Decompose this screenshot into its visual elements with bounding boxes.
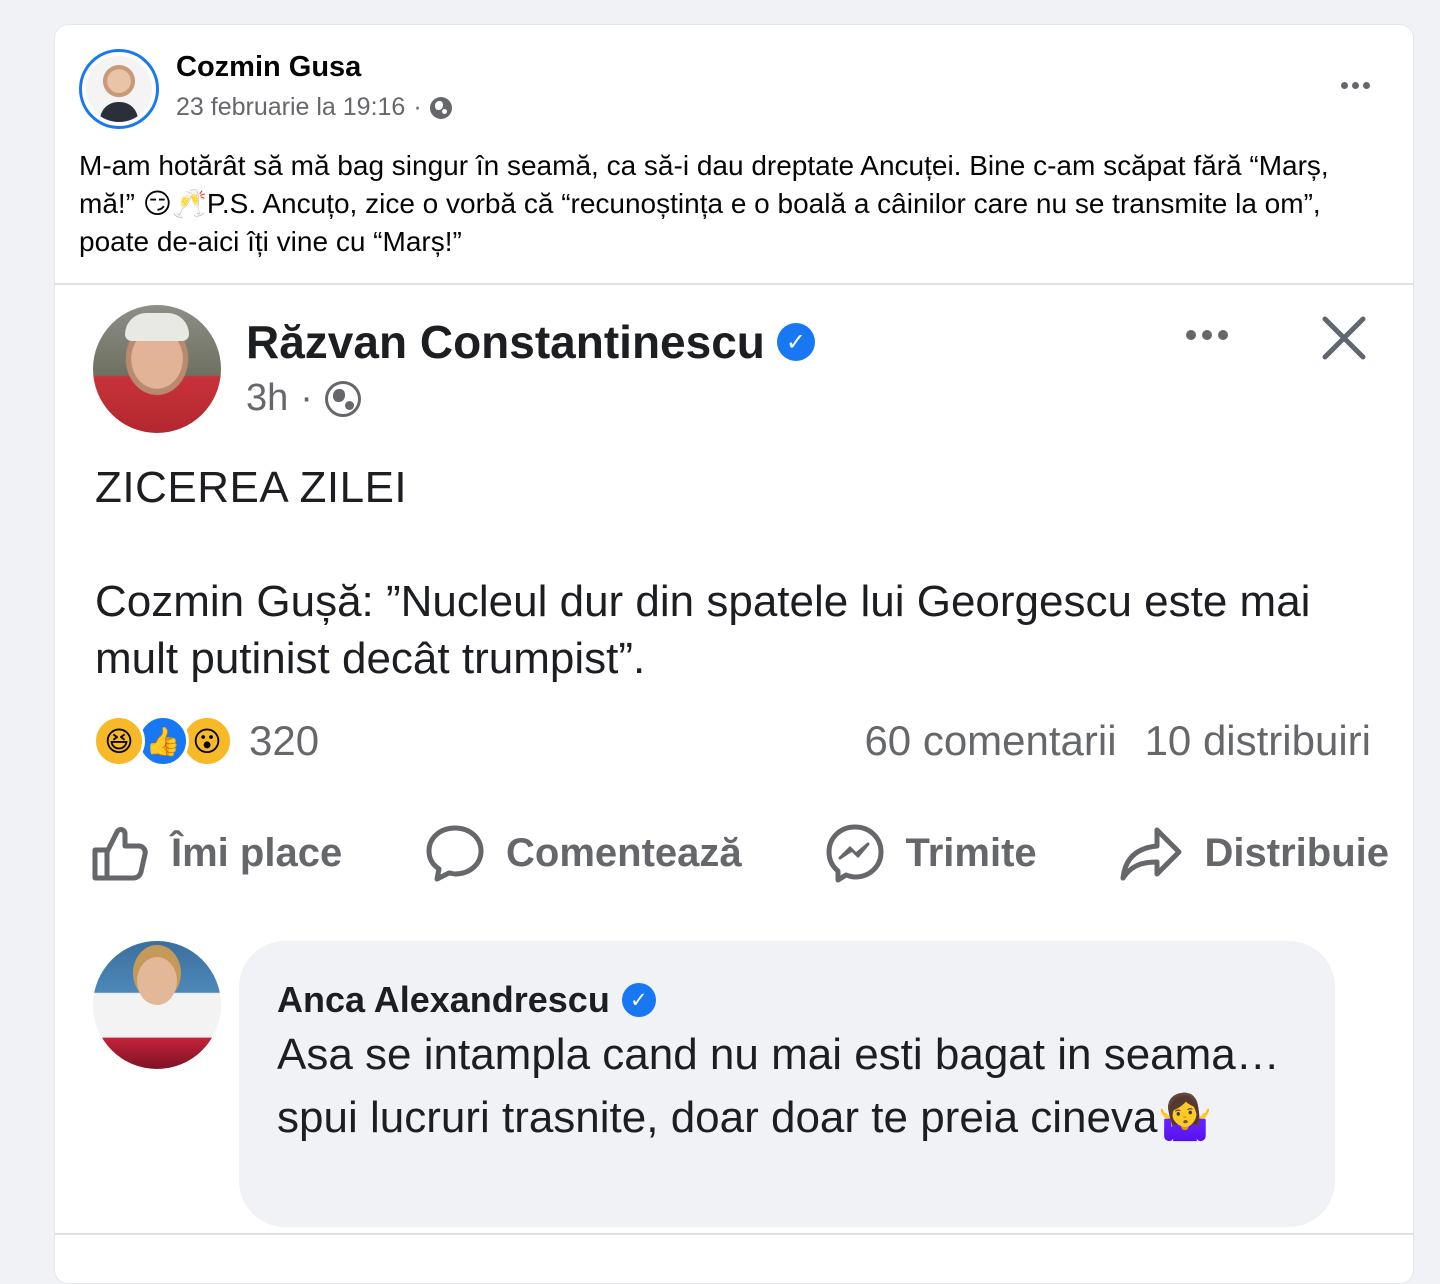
close-icon[interactable]: [1319, 313, 1369, 363]
send-label: Trimite: [905, 830, 1037, 875]
shares-count[interactable]: 10 distribuiri: [1145, 717, 1371, 765]
share-label: Distribuie: [1204, 830, 1389, 875]
verified-badge-icon: ✓: [776, 323, 815, 361]
shared-post-body: Cozmin Gușă: ”Nucleul dur din spatele lu…: [95, 577, 1311, 683]
shared-author-name[interactable]: Răzvan Constantinescu: [246, 315, 765, 369]
author-photo: [86, 56, 152, 122]
more-options-button[interactable]: [1337, 67, 1373, 103]
share-arrow-icon: [1120, 827, 1182, 881]
like-label: Îmi place: [171, 830, 343, 875]
send-button[interactable]: Trimite: [824, 822, 1037, 884]
comment-bubble: Anca Alexandrescu ✓ Asa se intampla cand…: [239, 941, 1335, 1227]
commenter: Anca Alexandrescu ✓: [277, 979, 656, 1021]
globe-icon: [429, 96, 452, 119]
shared-post-meta: 3h ·: [246, 377, 361, 420]
post-card: Cozmin Gusa 23 februarie la 19:16 · M-am…: [54, 24, 1414, 1284]
engagement-stats: 60 comentarii 10 distribuiri: [864, 717, 1371, 765]
shared-more-options-button[interactable]: [1179, 321, 1235, 349]
divider: [55, 283, 1413, 285]
shared-author-avatar[interactable]: [93, 305, 221, 433]
thumbs-up-icon: [92, 827, 148, 881]
commenter-name[interactable]: Anca Alexandrescu: [277, 979, 610, 1021]
comment-button[interactable]: Comentează: [424, 822, 742, 884]
post-meta: 23 februarie la 19:16 ·: [176, 93, 452, 122]
messenger-icon: [826, 824, 884, 883]
meta-separator: ·: [413, 93, 422, 121]
comments-count[interactable]: 60 comentarii: [864, 717, 1116, 765]
haha-reaction-icon: 😆: [93, 715, 145, 767]
reactions-summary[interactable]: 😆 👍 😮 320: [93, 715, 319, 767]
more-options-icon: [1340, 81, 1348, 89]
shared-post-heading: ZICEREA ZILEI: [95, 463, 408, 512]
comment-bubble-icon: [426, 825, 484, 882]
more-options-icon: [1186, 330, 1196, 340]
share-button[interactable]: Distribuie: [1119, 822, 1389, 884]
comment-text: Asa se intampla cand nu mai esti bagat i…: [277, 1030, 1280, 1142]
meta-separator: ·: [300, 377, 313, 419]
shared-post-time[interactable]: 3h: [246, 377, 288, 420]
shared-author: Răzvan Constantinescu ✓: [246, 315, 815, 369]
more-options-icon-dot: [1202, 330, 1212, 340]
more-options-icon-dot: [1362, 81, 1370, 89]
author-avatar[interactable]: [79, 49, 159, 129]
post-text: M-am hotărât să mă bag singur în seamă, …: [79, 150, 1329, 257]
divider: [55, 1233, 1413, 1235]
more-options-icon-dot: [1218, 330, 1228, 340]
more-options-icon-dot: [1351, 81, 1359, 89]
verified-badge-icon: ✓: [621, 983, 656, 1017]
post-timestamp[interactable]: 23 februarie la 19:16: [176, 93, 405, 122]
post-author-name[interactable]: Cozmin Gusa: [176, 51, 361, 84]
action-bar: Îmi place Comentează Trimite Distribuie: [89, 813, 1389, 893]
reaction-count: 320: [249, 717, 320, 764]
globe-icon: [324, 380, 361, 417]
comment-label: Comentează: [506, 830, 742, 875]
like-button[interactable]: Îmi place: [89, 822, 342, 884]
commenter-avatar[interactable]: [93, 941, 221, 1069]
